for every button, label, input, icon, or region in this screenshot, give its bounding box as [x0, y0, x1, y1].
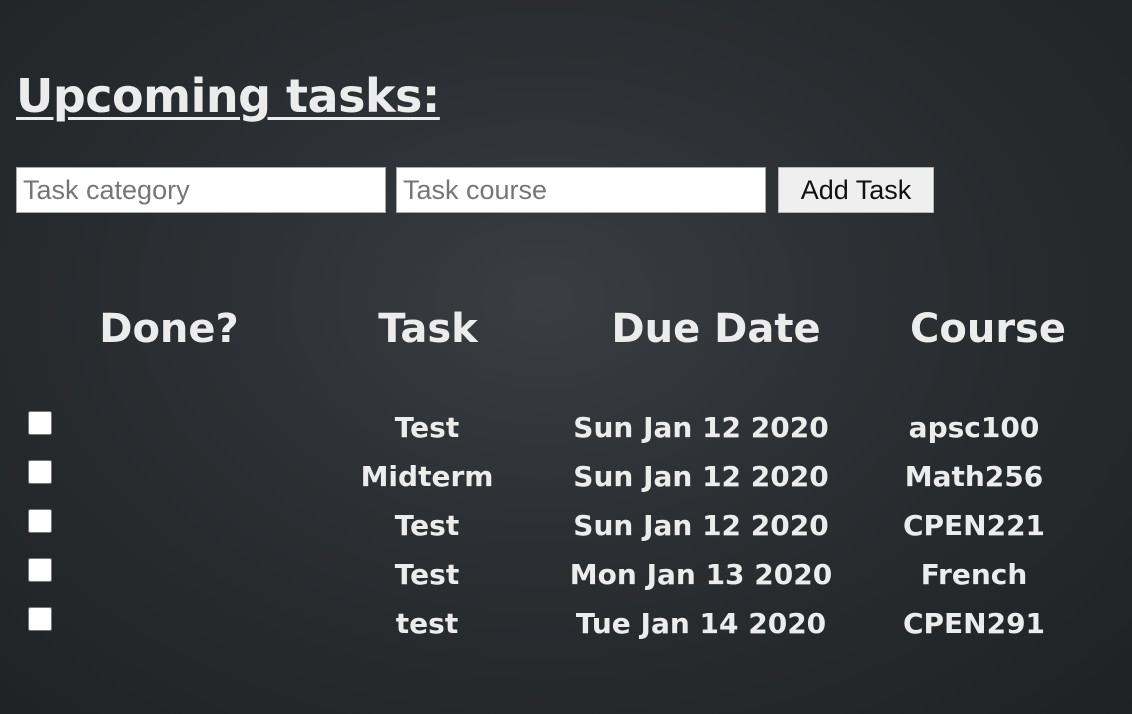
task-due-date: Tue Jan 14 2020	[575, 607, 827, 640]
done-checkbox[interactable]	[28, 558, 52, 582]
table-row: Test Mon Jan 13 2020 French	[0, 557, 1132, 606]
task-course: French	[920, 558, 1028, 591]
task-course: CPEN221	[902, 509, 1046, 542]
task-name: Test	[394, 411, 460, 444]
table-row: test Tue Jan 14 2020 CPEN291	[0, 606, 1132, 655]
task-category-input[interactable]	[16, 167, 386, 213]
task-course: apsc100	[908, 411, 1040, 444]
header-done: Done?	[99, 306, 239, 352]
header-task: Task	[378, 306, 478, 352]
table-row: Test Sun Jan 12 2020 CPEN221	[0, 508, 1132, 557]
task-name: Midterm	[360, 460, 494, 493]
task-name: Test	[394, 509, 460, 542]
task-due-date: Mon Jan 13 2020	[569, 558, 833, 591]
header-due-date: Due Date	[611, 306, 821, 352]
task-name: test	[395, 607, 459, 640]
task-course: Math256	[904, 460, 1044, 493]
table-row: Midterm Sun Jan 12 2020 Math256	[0, 459, 1132, 508]
table-row: Test Sun Jan 12 2020 apsc100	[0, 410, 1132, 459]
task-course-input[interactable]	[396, 167, 766, 213]
task-name: Test	[394, 558, 460, 591]
task-due-date: Sun Jan 12 2020	[573, 509, 829, 542]
task-course: CPEN291	[902, 607, 1046, 640]
page-title: Upcoming tasks:	[16, 69, 440, 123]
done-checkbox[interactable]	[28, 411, 52, 435]
done-checkbox[interactable]	[28, 460, 52, 484]
add-task-button[interactable]: Add Task	[778, 167, 934, 213]
header-course: Course	[910, 306, 1066, 352]
task-due-date: Sun Jan 12 2020	[573, 411, 829, 444]
task-due-date: Sun Jan 12 2020	[573, 460, 829, 493]
done-checkbox[interactable]	[28, 607, 52, 631]
done-checkbox[interactable]	[28, 509, 52, 533]
